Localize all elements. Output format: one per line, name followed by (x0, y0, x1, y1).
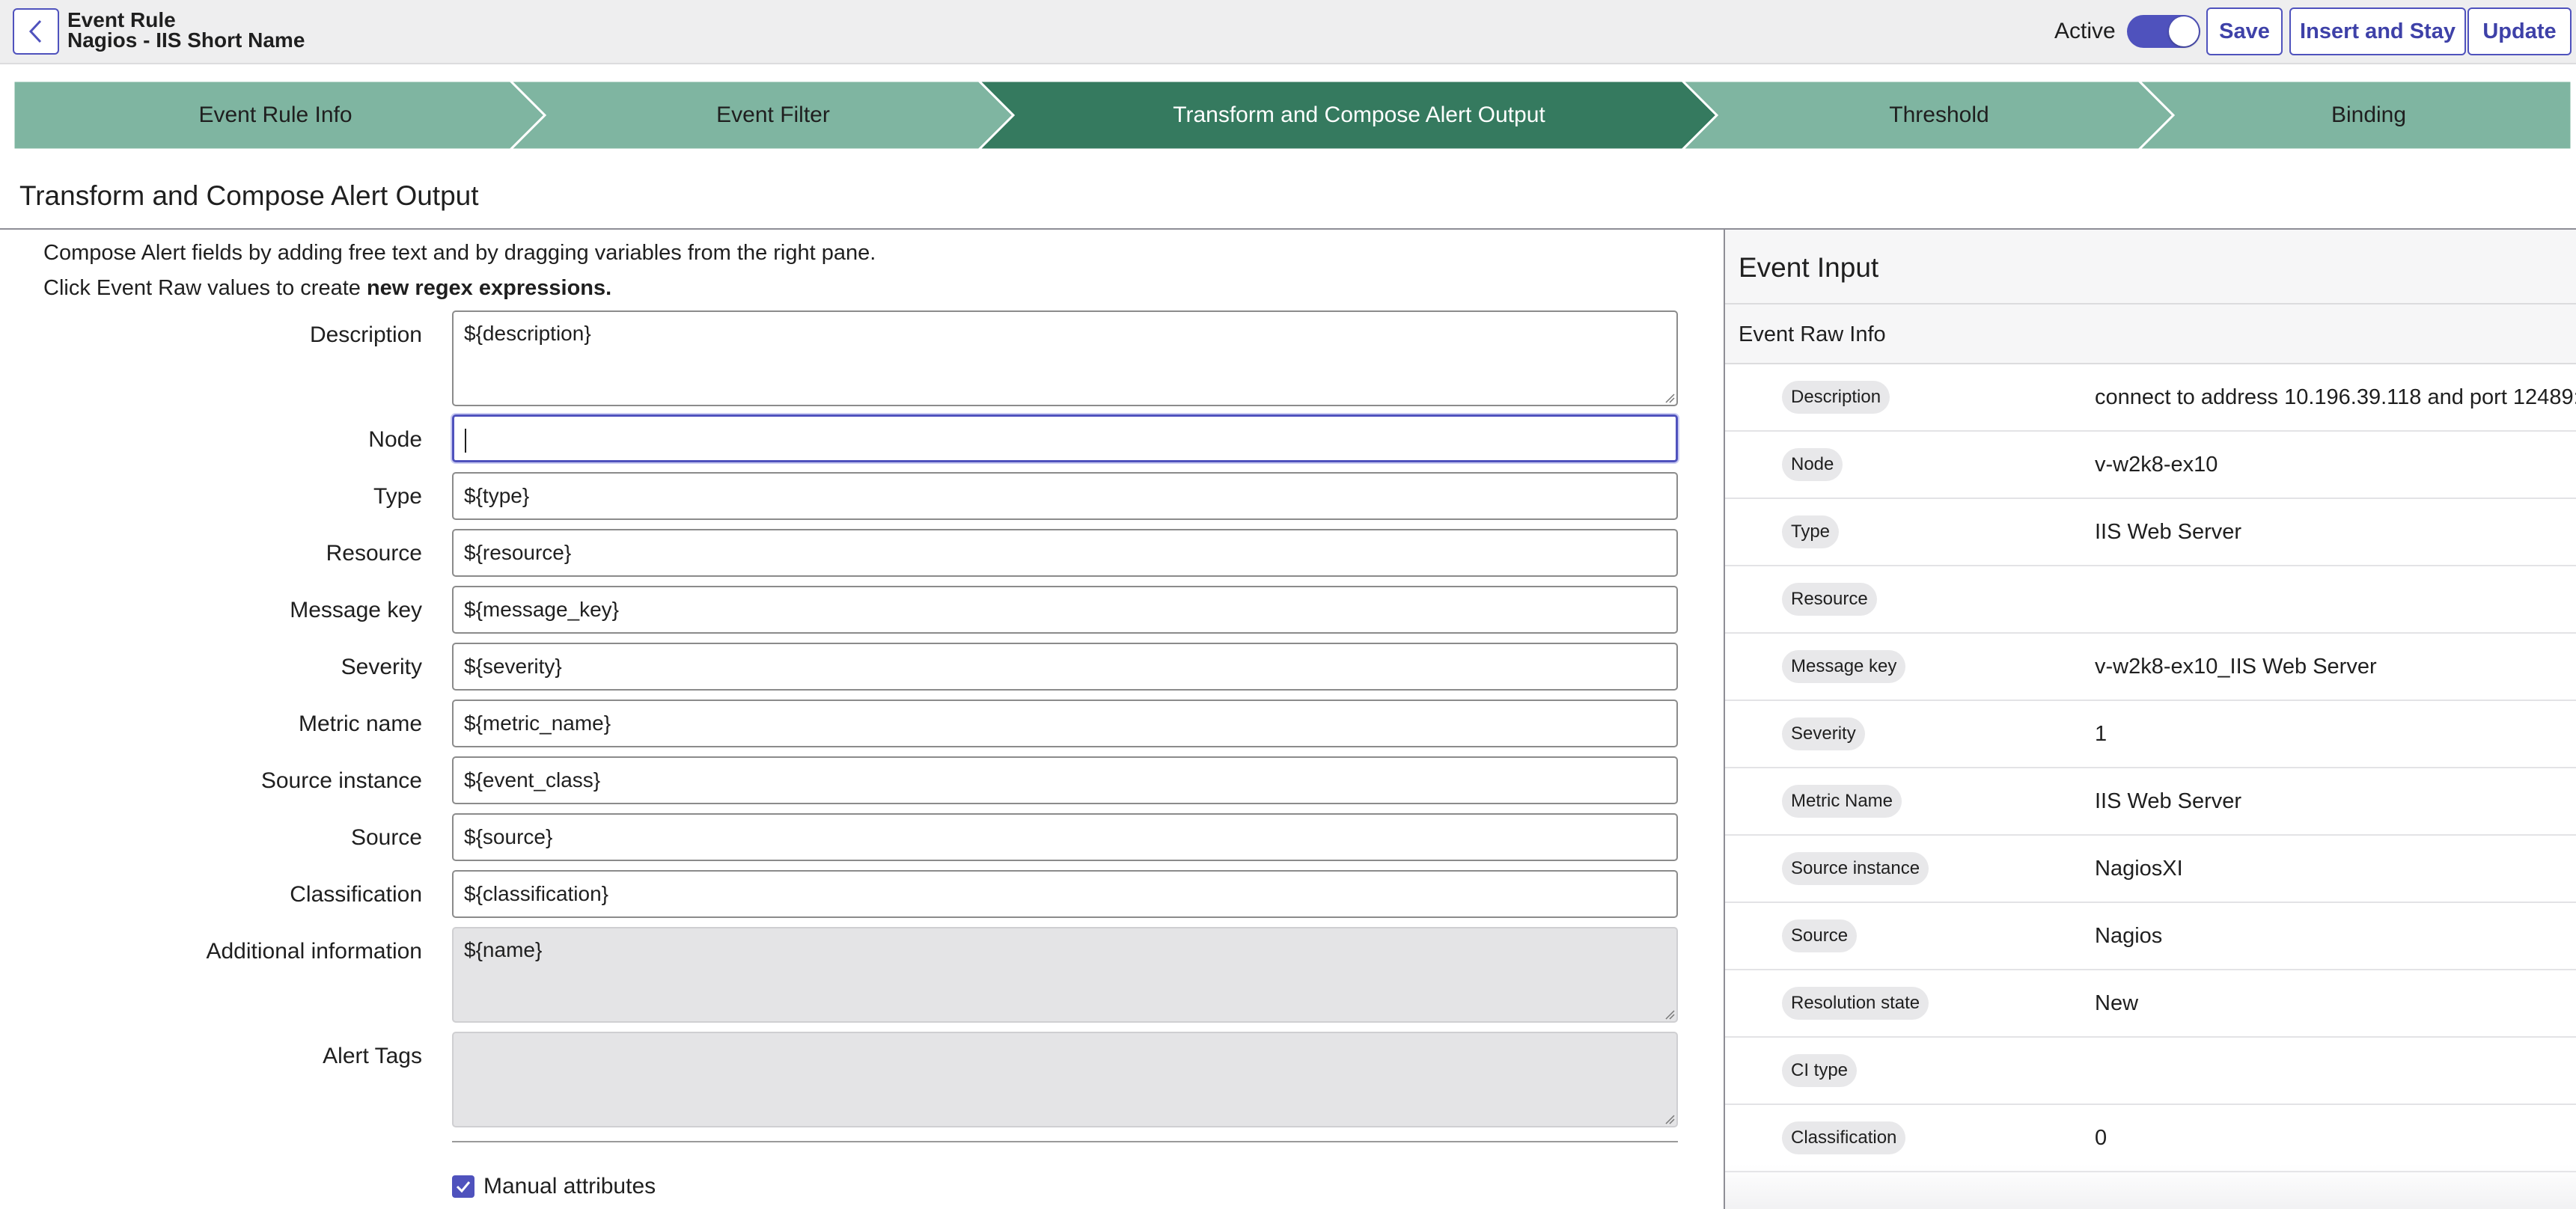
metric-name-label: Metric name (298, 711, 422, 736)
type-input[interactable]: ${type} (452, 472, 1678, 520)
raw-value[interactable]: v-w2k8-ex10 (2095, 451, 2218, 478)
raw-value[interactable]: 0 (2095, 1124, 2107, 1151)
instructions-line-2: Click Event Raw values to create new reg… (43, 275, 611, 302)
raw-variable-chip[interactable]: Source instance (1782, 852, 1929, 885)
toggle-knob (2169, 16, 2199, 46)
wizard-step-bar: Event Rule Info Event Filter Transform a… (13, 81, 2572, 150)
resize-grip-icon[interactable] (1663, 1008, 1675, 1020)
insert-and-stay-button[interactable]: Insert and Stay (2289, 7, 2466, 55)
instructions-text: Click Event Raw values to create (43, 276, 367, 300)
metric-name-input[interactable]: ${metric_name} (452, 700, 1678, 747)
severity-label: Severity (341, 655, 422, 679)
additional-information-label: Additional information (206, 939, 422, 964)
instructions-line-1: Compose Alert fields by adding free text… (43, 241, 876, 265)
node-input[interactable] (452, 414, 1678, 462)
active-label: Active (2054, 19, 2116, 43)
update-button[interactable]: Update (2467, 7, 2572, 55)
severity-input[interactable]: ${severity} (452, 643, 1678, 691)
resize-grip-icon[interactable] (1663, 1112, 1675, 1124)
classification-label: Classification (290, 882, 422, 907)
type-label: Type (373, 484, 422, 509)
raw-variable-chip[interactable]: Severity (1782, 717, 1865, 750)
event-input-title: Event Input (1739, 252, 1879, 283)
classification-input[interactable]: ${classification} (452, 870, 1678, 918)
event-raw-info-title: Event Raw Info (1739, 322, 1886, 346)
manual-attributes-label: Manual attributes (483, 1174, 656, 1199)
description-label: Description (309, 322, 422, 347)
manual-attributes-checkbox[interactable] (452, 1175, 474, 1198)
raw-variable-chip[interactable]: Description (1782, 381, 1890, 414)
form-header: Event Rule Nagios - IIS Short Name Activ… (0, 0, 2576, 64)
raw-value[interactable]: IIS Web Server (2095, 518, 2241, 545)
raw-variable-chip[interactable]: Resource (1782, 583, 1877, 616)
message-key-input[interactable]: ${message_key} (452, 586, 1678, 634)
raw-variable-chip[interactable]: Metric Name (1782, 785, 1902, 818)
resource-label: Resource (326, 541, 422, 566)
instructions-emphasis: new regex expressions. (366, 276, 612, 300)
raw-variable-chip[interactable]: CI type (1782, 1054, 1858, 1087)
raw-value[interactable]: connect to address 10.196.39.118 and por… (2095, 384, 2576, 411)
raw-variable-chip[interactable]: Message key (1782, 650, 1906, 683)
raw-value[interactable]: 1 (2095, 720, 2107, 747)
step-event-filter[interactable]: Event Filter (537, 81, 1009, 150)
resize-grip-icon[interactable] (1663, 391, 1675, 403)
raw-variable-chip[interactable]: Resolution state (1782, 987, 1929, 1020)
chevron-left-icon (28, 19, 42, 43)
raw-value[interactable]: NagiosXI (2095, 855, 2183, 882)
form-divider (452, 1141, 1678, 1142)
scroll-fade (1725, 1164, 2576, 1209)
raw-variable-chip[interactable]: Source (1782, 919, 1858, 952)
alert-tags-field[interactable] (452, 1032, 1678, 1127)
raw-value[interactable]: Nagios (2095, 922, 2162, 949)
additional-information-field[interactable]: ${name} (452, 927, 1678, 1023)
resource-input[interactable]: ${resource} (452, 529, 1678, 577)
section-title: Transform and Compose Alert Output (19, 180, 479, 211)
raw-variable-chip[interactable]: Classification (1782, 1121, 1906, 1154)
additional-information-value: ${name} (464, 938, 543, 961)
raw-variable-chip[interactable]: Node (1782, 448, 1843, 481)
step-event-rule-info[interactable]: Event Rule Info (13, 81, 537, 150)
description-value: ${description} (464, 322, 591, 345)
raw-value[interactable]: New (2095, 990, 2138, 1017)
description-field[interactable]: ${description} (452, 310, 1678, 406)
save-button[interactable]: Save (2206, 7, 2283, 55)
source-instance-input[interactable]: ${event_class} (452, 756, 1678, 804)
source-input[interactable]: ${source} (452, 813, 1678, 861)
checkmark-icon (456, 1181, 471, 1193)
active-toggle[interactable] (2127, 15, 2200, 48)
raw-variable-chip[interactable]: Type (1782, 515, 1840, 548)
record-name-label: Nagios - IIS Short Name (67, 28, 305, 52)
step-transform-compose[interactable]: Transform and Compose Alert Output (1006, 81, 1712, 150)
message-key-label: Message key (290, 598, 422, 622)
node-label: Node (368, 427, 422, 452)
source-instance-label: Source instance (260, 768, 422, 793)
step-binding[interactable]: Binding (2166, 81, 2572, 150)
back-button[interactable] (13, 8, 59, 55)
step-threshold[interactable]: Threshold (1709, 81, 2169, 150)
raw-value[interactable]: v-w2k8-ex10_IIS Web Server (2095, 653, 2377, 680)
raw-value[interactable]: IIS Web Server (2095, 788, 2241, 815)
alert-tags-label: Alert Tags (323, 1044, 422, 1068)
source-label: Source (350, 825, 422, 850)
text-caret (465, 428, 466, 453)
